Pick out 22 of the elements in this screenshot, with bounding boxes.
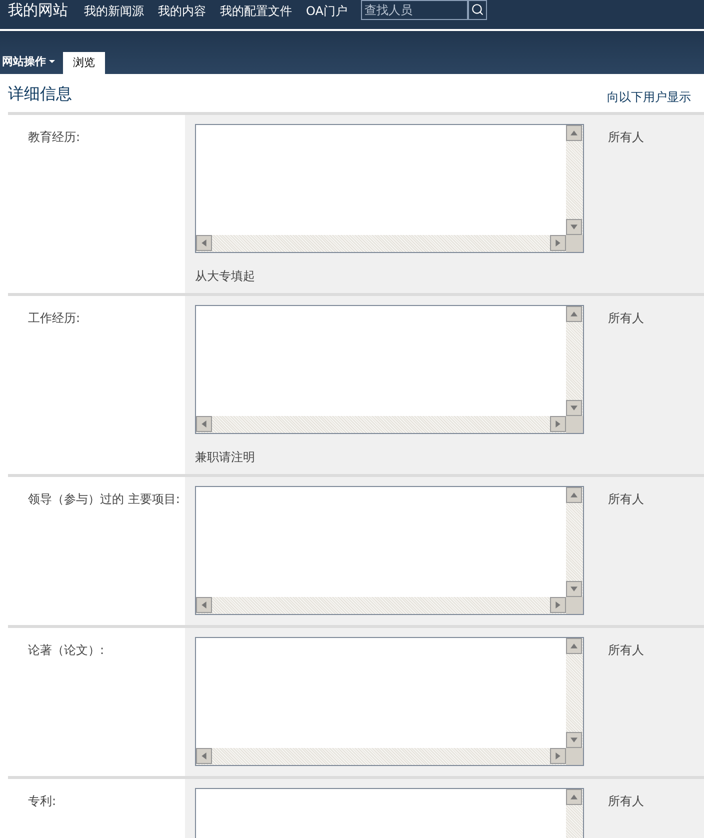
field-label: 专利: <box>28 794 56 808</box>
visibility-header: 向以下用户显示 <box>607 89 691 106</box>
field-hint: 兼职请注明 <box>195 449 256 466</box>
visibility-value: 所有人 <box>608 794 644 808</box>
field-hint: 从大专填起 <box>195 268 256 285</box>
field-label: 论著（论文）: <box>28 643 104 657</box>
section-title: 详细信息 <box>8 83 72 105</box>
field-label: 工作经历: <box>28 311 80 325</box>
visibility-value: 所有人 <box>608 311 644 325</box>
field-label: 教育经历: <box>28 130 80 144</box>
site-title[interactable]: 我的网站 <box>8 0 68 22</box>
nav-link[interactable]: 我的新闻源 <box>84 2 144 20</box>
nav-link[interactable]: OA门户 <box>306 2 348 20</box>
ribbon-tab[interactable]: 浏览 <box>63 52 105 74</box>
visibility-value: 所有人 <box>608 130 644 144</box>
nav-link[interactable]: 我的配置文件 <box>220 2 292 20</box>
site-actions-menu[interactable]: 网站操作 <box>0 54 57 70</box>
visibility-value: 所有人 <box>608 643 644 657</box>
visibility-value: 所有人 <box>608 492 644 506</box>
search-field[interactable]: 查找人员 <box>361 0 468 20</box>
nav-link[interactable]: 我的内容 <box>158 2 206 20</box>
field-label: 领导（参与）过的 主要项目: <box>28 492 180 506</box>
